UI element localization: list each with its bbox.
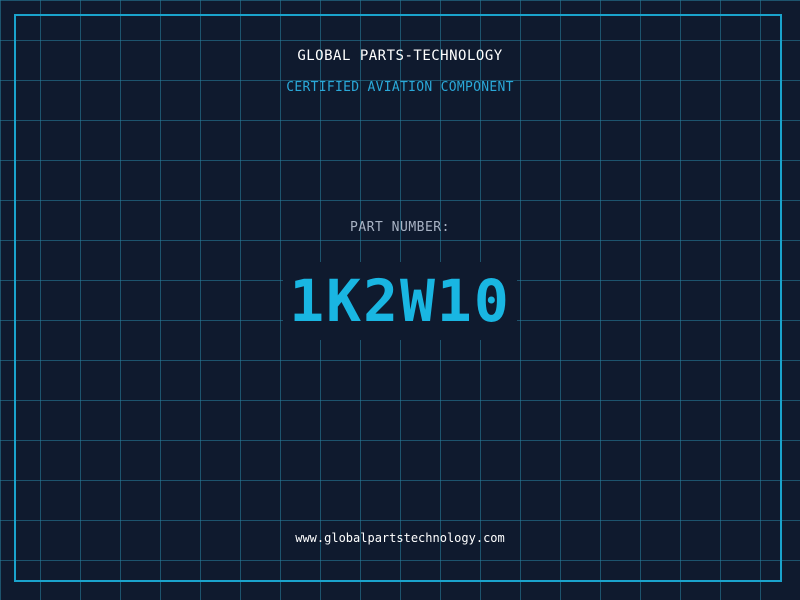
website-url: www.globalpartstechnology.com <box>295 531 505 545</box>
company-title: GLOBAL PARTS-TECHNOLOGY <box>297 48 503 64</box>
certification-subtitle: CERTIFIED AVIATION COMPONENT <box>286 80 514 95</box>
part-number-label: PART NUMBER: <box>350 220 450 235</box>
part-label-card: GLOBAL PARTS-TECHNOLOGY CERTIFIED AVIATI… <box>0 0 800 600</box>
part-number-value: 1K2W10 <box>283 262 517 340</box>
part-number-container: 1K2W10 <box>0 262 800 340</box>
